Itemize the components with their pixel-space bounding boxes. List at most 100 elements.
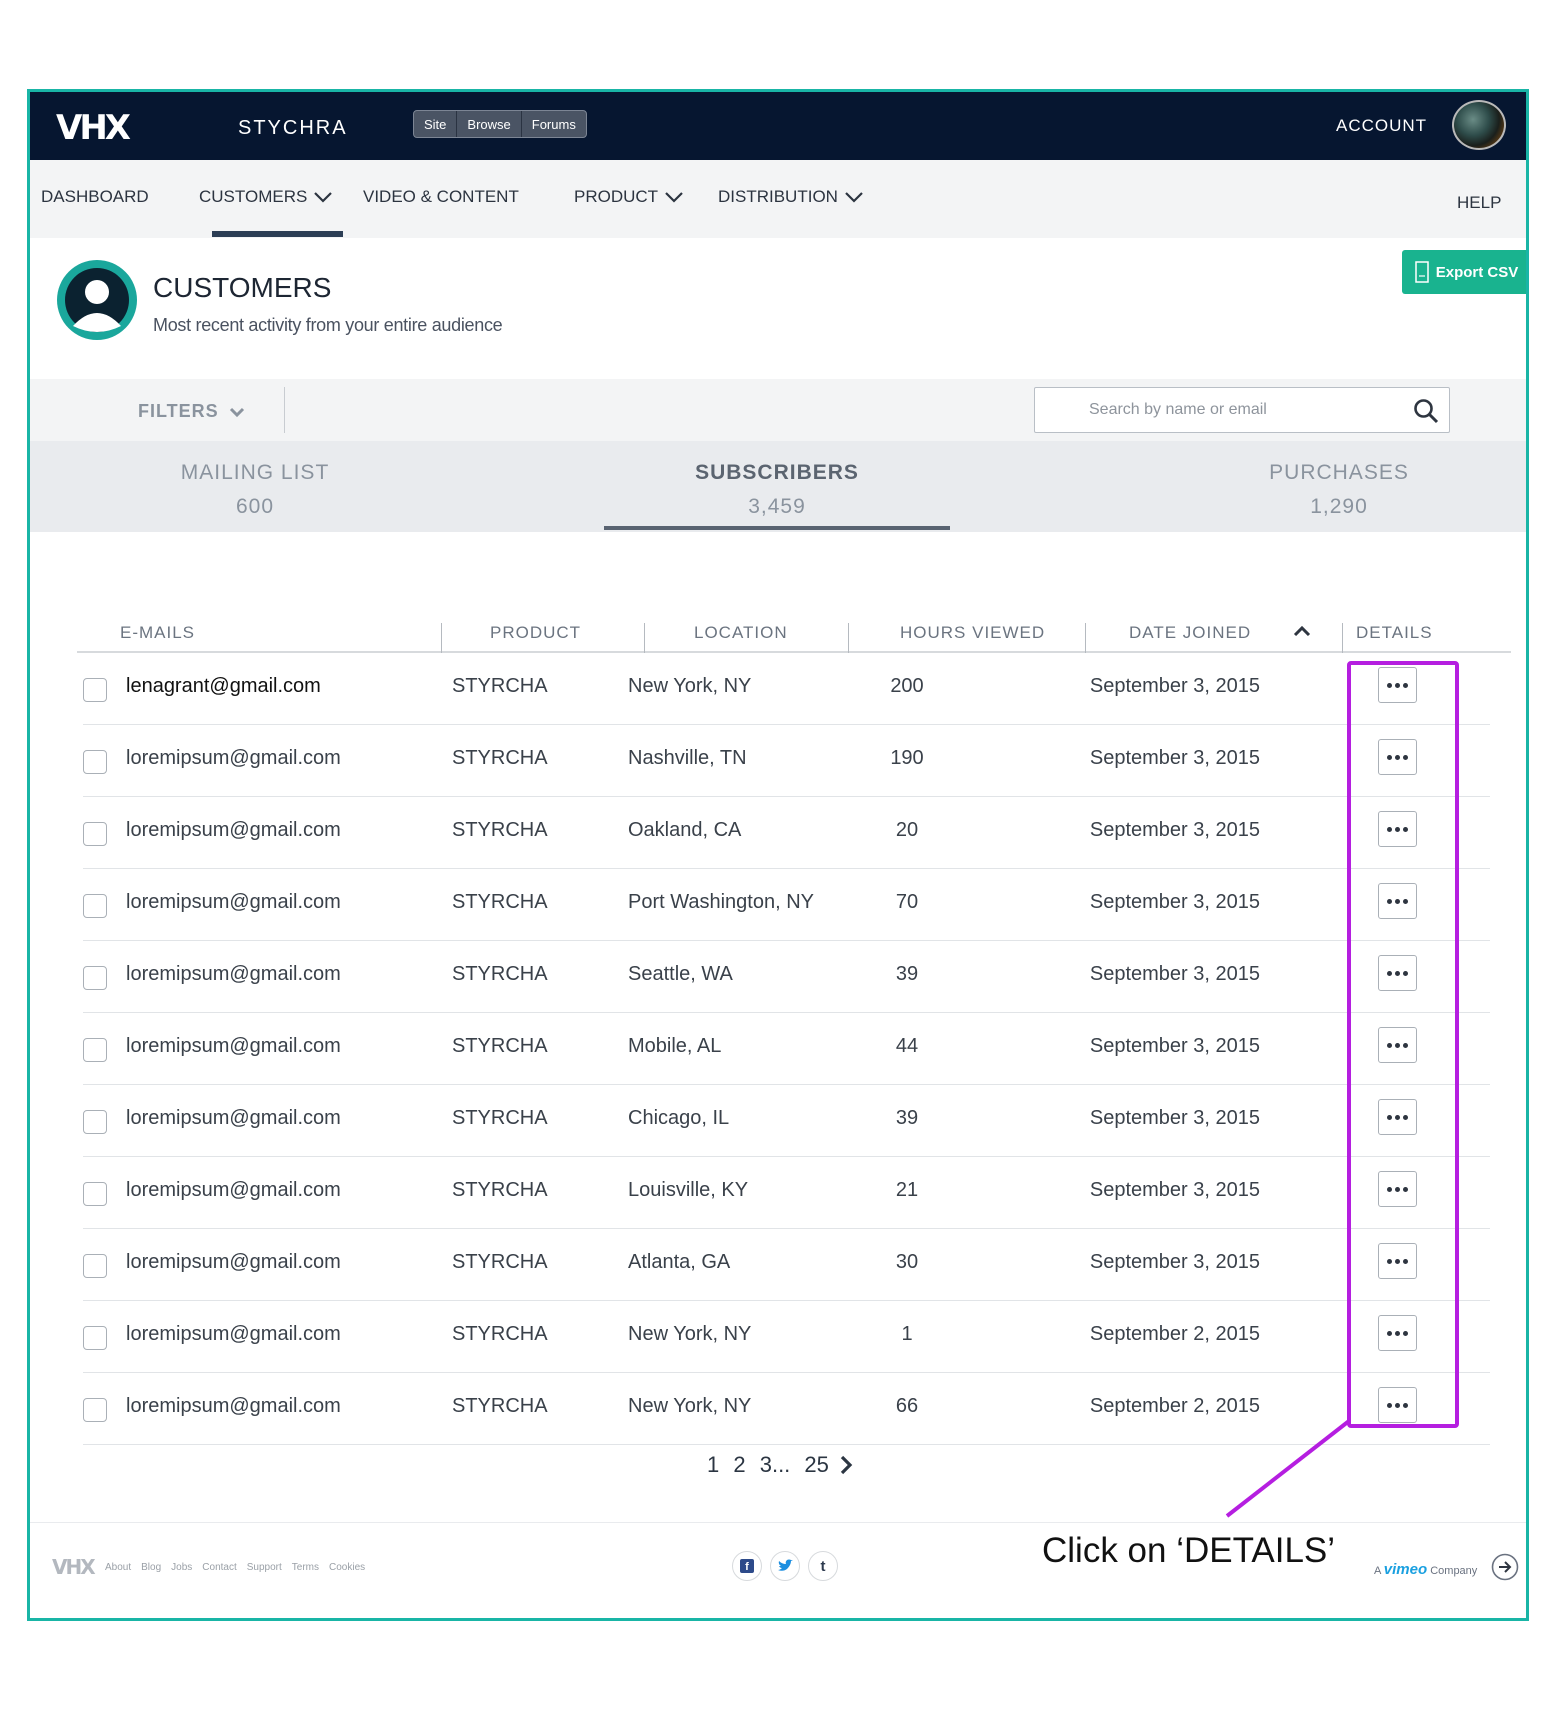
col-emails[interactable]: E-MAILS [120, 623, 195, 643]
credit-suffix: Company [1430, 1565, 1478, 1577]
cell-date-joined: September 2, 2015 [1089, 1323, 1260, 1345]
row-checkbox[interactable] [83, 1326, 107, 1350]
row-checkbox[interactable] [83, 1398, 107, 1422]
table-row[interactable]: loremipsum@gmail.com STYRCHA New York, NY 6… [83, 1373, 1490, 1445]
forums-link[interactable]: Forums [522, 111, 586, 137]
tab-count: 1,290 [1310, 495, 1368, 518]
row-checkbox[interactable] [83, 1254, 107, 1278]
search-icon[interactable] [1413, 398, 1439, 424]
cell-location: Oakland, CA [628, 819, 742, 841]
tab-mailing-list[interactable]: MAILING LIST 600 [125, 461, 385, 519]
page-link[interactable]: 1 [707, 1452, 719, 1477]
footer-link-cookies[interactable]: Cookies [329, 1562, 365, 1573]
col-product[interactable]: PRODUCT [490, 623, 581, 643]
row-checkbox[interactable] [83, 894, 107, 918]
row-checkbox[interactable] [83, 678, 107, 702]
cell-email: loremipsum@gmail.com [126, 1323, 341, 1345]
row-checkbox[interactable] [83, 1182, 107, 1206]
footer-vhx-logo[interactable]: VHX [52, 1555, 96, 1579]
cell-location: Seattle, WA [628, 963, 733, 985]
row-checkbox[interactable] [83, 750, 107, 774]
column-divider [1085, 623, 1086, 653]
tumblr-icon[interactable]: t [808, 1551, 838, 1581]
top-bar: VHX STYCHRA Site Browse Forums ACCOUNT [30, 92, 1526, 160]
cell-email: loremipsum@gmail.com [126, 1251, 341, 1273]
cell-hours-viewed: 39 [895, 1107, 919, 1129]
audience-tabs: MAILING LIST 600 SUBSCRIBERS 3,459 PURCH… [30, 441, 1526, 532]
row-checkbox[interactable] [83, 1038, 107, 1062]
page-title: CUSTOMERS [153, 272, 332, 303]
tab-label: SUBSCRIBERS [695, 461, 859, 484]
cell-location: Chicago, IL [628, 1107, 730, 1129]
footer-link-blog[interactable]: Blog [141, 1562, 161, 1573]
arrow-right-circle-icon[interactable] [1491, 1553, 1519, 1581]
table-row[interactable]: loremipsum@gmail.com STYRCHA Nashville, TN… [83, 725, 1490, 797]
page-link[interactable]: 2 [733, 1452, 745, 1477]
sort-ascending-icon[interactable] [1293, 625, 1311, 637]
tab-subscribers[interactable]: SUBSCRIBERS 3,459 [647, 461, 907, 519]
avatar[interactable] [1452, 100, 1506, 150]
col-hours-viewed[interactable]: HOURS VIEWED [900, 623, 1045, 643]
chevron-down-icon [845, 192, 863, 203]
filter-bar: FILTERS [30, 379, 1526, 441]
search-input[interactable] [1035, 388, 1405, 432]
account-link[interactable]: ACCOUNT [1336, 116, 1427, 136]
cell-hours-viewed: 1 [901, 1323, 913, 1345]
tab-label: PURCHASES [1269, 461, 1409, 484]
footer-link-terms[interactable]: Terms [292, 1562, 319, 1573]
table-row[interactable]: loremipsum@gmail.com STYRCHA Louisville, K… [83, 1157, 1490, 1229]
col-date-joined[interactable]: DATE JOINED [1129, 623, 1311, 643]
footer-link-jobs[interactable]: Jobs [171, 1562, 192, 1573]
nav-dashboard[interactable]: DASHBOARD [41, 187, 149, 207]
footer-link-contact[interactable]: Contact [202, 1562, 236, 1573]
annotation-label: Click on ‘DETAILS’ [1042, 1531, 1336, 1570]
col-location[interactable]: LOCATION [694, 623, 788, 643]
cell-product: STYRCHA [452, 1323, 548, 1345]
column-divider [1342, 623, 1343, 653]
cell-date-joined: September 3, 2015 [1089, 747, 1260, 769]
nav-video-content[interactable]: VIDEO & CONTENT [363, 187, 519, 207]
twitter-glyph [778, 1559, 793, 1571]
table-row[interactable]: lenagrant@gmail.com STYRCHA New York, NY 20… [83, 653, 1490, 725]
site-link[interactable]: Site [414, 111, 458, 137]
page-link[interactable]: 25 [804, 1452, 828, 1477]
cell-email: loremipsum@gmail.com [126, 963, 341, 985]
nav-help[interactable]: HELP [1457, 193, 1501, 213]
filters-dropdown[interactable]: FILTERS [138, 401, 245, 422]
table-row[interactable]: loremipsum@gmail.com STYRCHA Seattle, WA 39… [83, 941, 1490, 1013]
cell-hours-viewed: 21 [895, 1179, 919, 1201]
browse-link[interactable]: Browse [457, 111, 522, 137]
table-row[interactable]: loremipsum@gmail.com STYRCHA New York, NY 1… [83, 1301, 1490, 1373]
footer-link-about[interactable]: About [105, 1562, 131, 1573]
nav-customers[interactable]: CUSTOMERS [199, 187, 333, 207]
nav-distribution[interactable]: DISTRIBUTION [718, 187, 864, 207]
table-row[interactable]: loremipsum@gmail.com STYRCHA Atlanta, GA 30… [83, 1229, 1490, 1301]
cell-location: Atlanta, GA [628, 1251, 731, 1273]
row-checkbox[interactable] [83, 822, 107, 846]
col-date-joined-label: DATE JOINED [1129, 623, 1252, 642]
active-nav-indicator [212, 231, 343, 237]
export-csv-button[interactable]: Export CSV [1402, 250, 1526, 294]
cell-hours-viewed: 66 [895, 1395, 919, 1417]
tab-count: 3,459 [748, 495, 806, 518]
footer-link-support[interactable]: Support [247, 1562, 282, 1573]
twitter-icon[interactable] [770, 1551, 800, 1581]
vhx-logo[interactable]: VHX [56, 108, 131, 148]
nav-dashboard-label: DASHBOARD [41, 187, 149, 206]
table-row[interactable]: loremipsum@gmail.com STYRCHA Port Washingt… [83, 869, 1490, 941]
vimeo-credit[interactable]: A vimeo Company [1374, 1561, 1477, 1578]
table-row[interactable]: loremipsum@gmail.com STYRCHA Chicago, IL 39… [83, 1085, 1490, 1157]
nav-product[interactable]: PRODUCT [574, 187, 684, 207]
row-checkbox[interactable] [83, 966, 107, 990]
table-row[interactable]: loremipsum@gmail.com STYRCHA Mobile, AL 44 S… [83, 1013, 1490, 1085]
row-checkbox[interactable] [83, 1110, 107, 1134]
chevron-right-icon[interactable] [839, 1455, 853, 1475]
table-row[interactable]: loremipsum@gmail.com STYRCHA Oakland, CA 20… [83, 797, 1490, 869]
site-name[interactable]: STYCHRA [238, 117, 348, 140]
nav-product-label: PRODUCT [574, 187, 659, 206]
site-switcher: Site Browse Forums [413, 110, 587, 138]
cell-product: STYRCHA [452, 891, 548, 913]
facebook-icon[interactable]: f [732, 1551, 762, 1581]
cell-hours-viewed: 20 [895, 819, 919, 841]
tab-purchases[interactable]: PURCHASES 1,290 [1209, 461, 1469, 519]
